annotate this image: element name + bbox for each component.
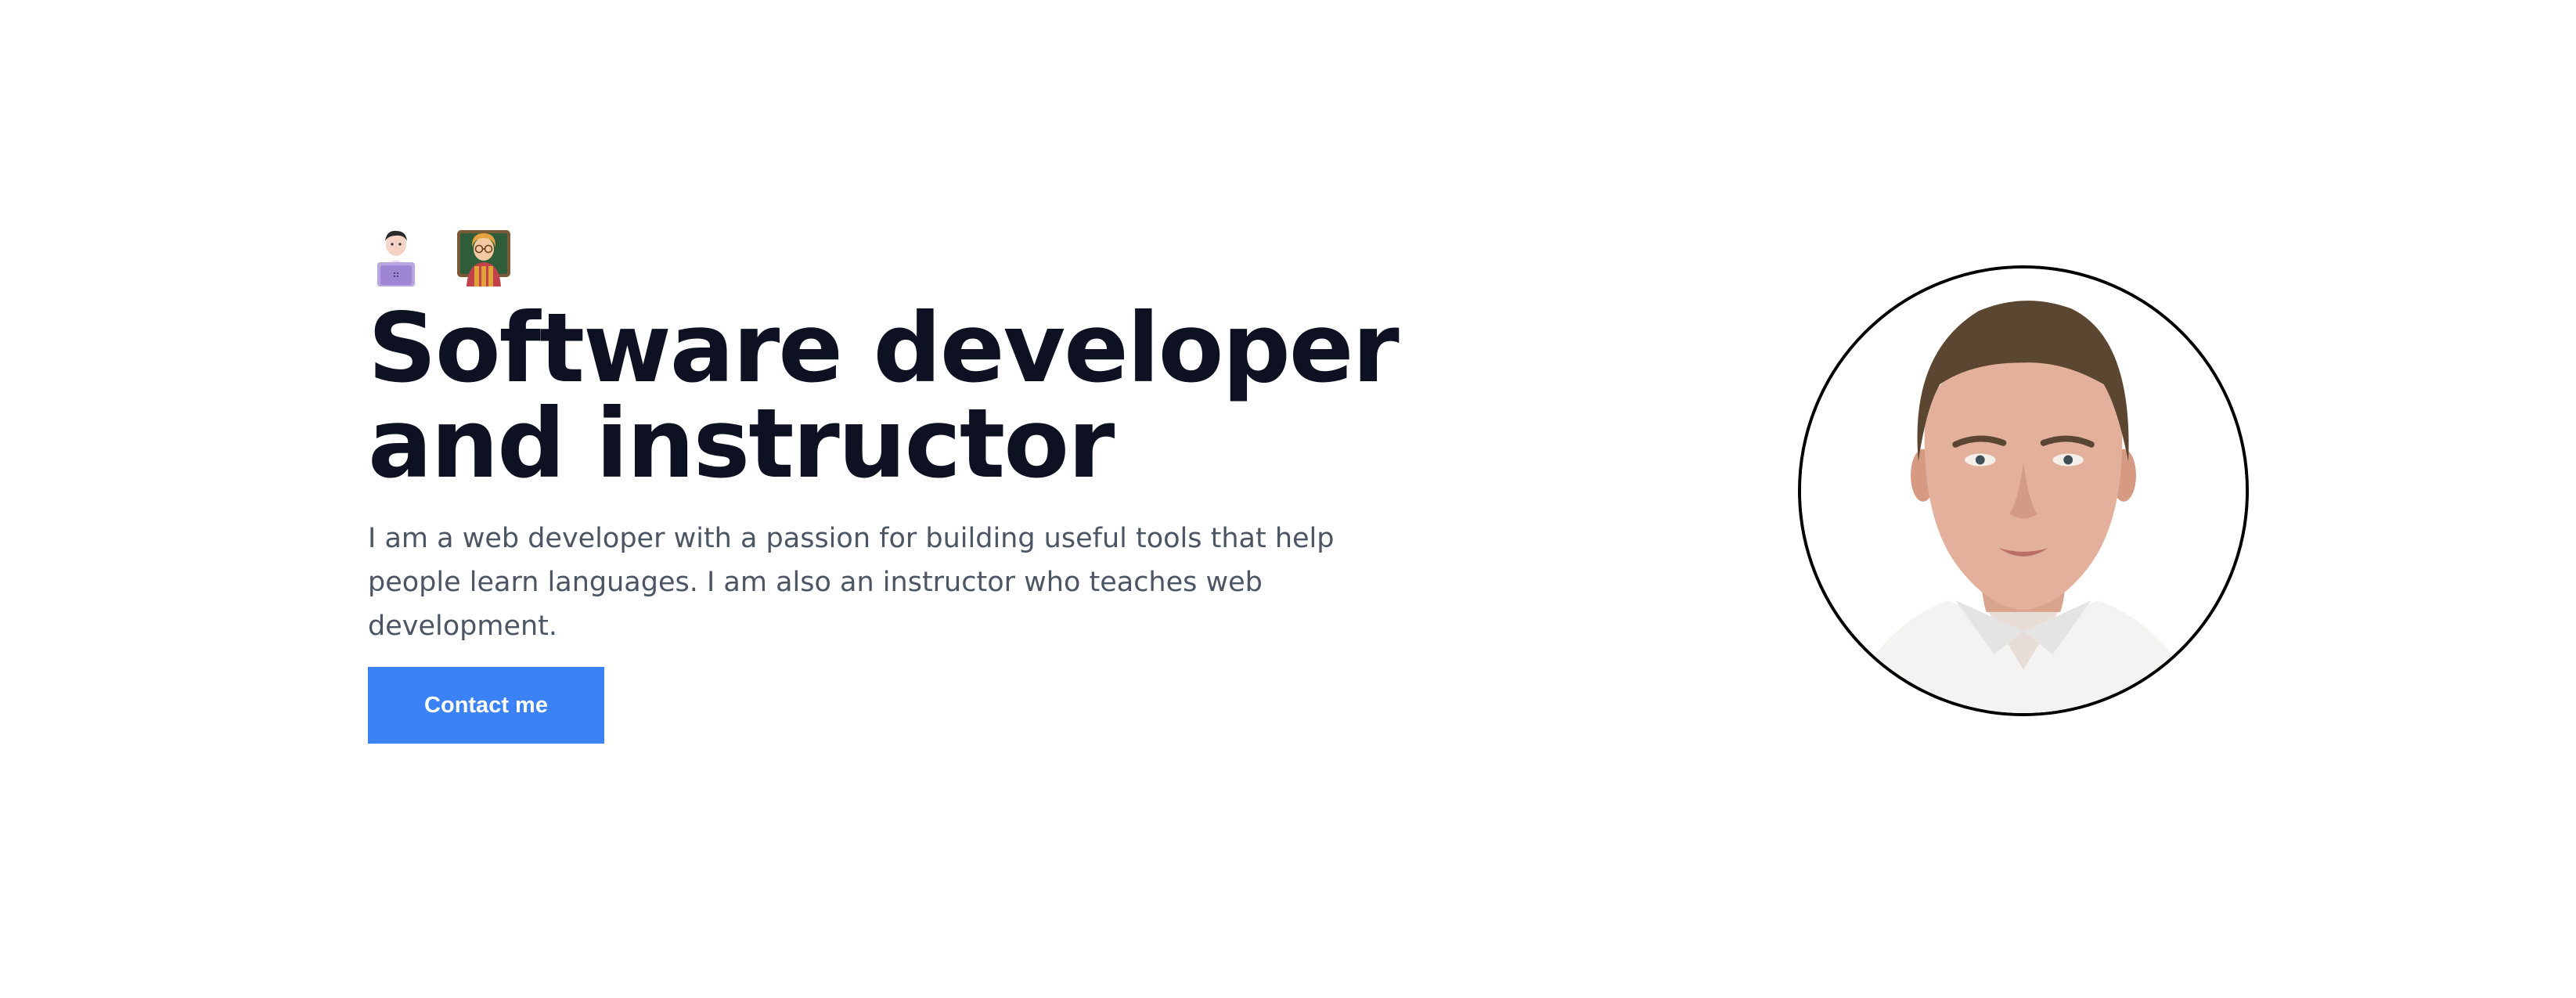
- technologist-laptop-icon: [376, 230, 416, 286]
- profile-photo: [1798, 265, 2249, 716]
- hero-text-block: Software developer and instructor I am a…: [368, 225, 1400, 744]
- hero-section: Software developer and instructor I am a…: [0, 0, 2576, 998]
- headline-line-2: and instructor: [368, 388, 1115, 499]
- teacher-chalkboard-icon: [457, 230, 510, 286]
- headline-line-1: Software developer: [368, 293, 1400, 404]
- emoji-row: [368, 225, 1354, 286]
- contact-me-button[interactable]: Contact me: [368, 667, 604, 744]
- profile-photo-image: [1801, 268, 2246, 713]
- hero-description: I am a web developer with a passion for …: [368, 523, 1335, 642]
- page-title: Software developer and instructor: [368, 293, 1400, 499]
